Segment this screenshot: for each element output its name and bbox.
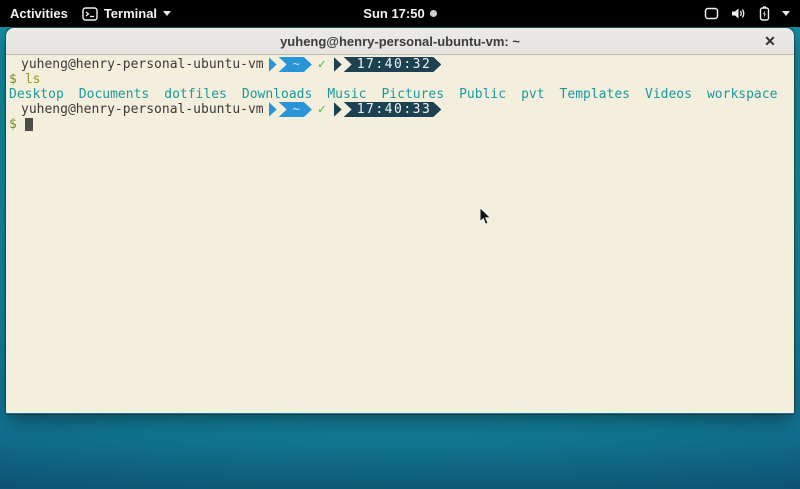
clock[interactable]: Sun 17:50: [363, 6, 424, 21]
prompt-symbol: $: [9, 117, 17, 132]
ls-output-line: Desktop Documents dotfiles Downloads Mus…: [9, 87, 794, 102]
prompt-path-segment: ~: [279, 102, 312, 117]
directory-name: pvt: [521, 87, 544, 102]
directory-name: Pictures: [381, 87, 444, 102]
directory-name: dotfiles: [164, 87, 227, 102]
directory-name: Videos: [645, 87, 692, 102]
powerline-arrow-icon: [334, 102, 342, 117]
terminal-body[interactable]: yuheng@henry-personal-ubuntu-vm ~ ✓ 17:4…: [6, 55, 794, 413]
volume-icon: [731, 7, 747, 20]
prompt-line-2: yuheng@henry-personal-ubuntu-vm ~ ✓ 17:4…: [9, 102, 794, 117]
prompt-time: 17:40:32: [344, 57, 442, 72]
recording-indicator-icon: [430, 10, 437, 17]
directory-name: Downloads: [242, 87, 312, 102]
prompt-symbol: $: [9, 72, 17, 87]
window-title: yuheng@henry-personal-ubuntu-vm: ~: [280, 34, 520, 49]
directory-name: workspace: [707, 87, 777, 102]
directory-name: Desktop: [9, 87, 64, 102]
status-check-icon: ✓: [318, 102, 326, 117]
powerline-arrow-icon: [269, 57, 277, 72]
chevron-down-icon: [782, 11, 790, 16]
app-menu-terminal[interactable]: Terminal: [82, 6, 171, 21]
terminal-cursor: [25, 118, 33, 131]
screen-icon: [704, 7, 719, 20]
app-menu-label: Terminal: [104, 6, 157, 21]
system-menu-button[interactable]: [704, 6, 800, 21]
terminal-app-icon: [82, 7, 98, 21]
prompt-user-host: yuheng@henry-personal-ubuntu-vm: [21, 57, 264, 72]
activities-button[interactable]: Activities: [10, 6, 68, 21]
prompt-path-segment: ~: [279, 57, 312, 72]
prompt-line-1: yuheng@henry-personal-ubuntu-vm ~ ✓ 17:4…: [9, 57, 794, 72]
close-button[interactable]: ✕: [760, 28, 780, 55]
top-bar: Activities Terminal Sun 17:50: [0, 0, 800, 27]
directory-name: Music: [327, 87, 366, 102]
powerline-arrow-icon: [334, 57, 342, 72]
mouse-cursor-icon: [479, 207, 492, 231]
directory-name: Documents: [79, 87, 149, 102]
status-check-icon: ✓: [318, 57, 326, 72]
powerline-arrow-icon: [269, 102, 277, 117]
command-line: $ ls: [9, 72, 794, 87]
typed-command: ls: [25, 72, 41, 87]
input-line: $: [9, 117, 794, 132]
prompt-user-host: yuheng@henry-personal-ubuntu-vm: [21, 102, 264, 117]
directory-name: Public: [459, 87, 506, 102]
prompt-time: 17:40:33: [344, 102, 442, 117]
directory-name: Templates: [560, 87, 630, 102]
chevron-down-icon: [163, 11, 171, 16]
window-titlebar[interactable]: yuheng@henry-personal-ubuntu-vm: ~ ✕: [6, 28, 794, 55]
battery-charging-icon: [759, 6, 770, 21]
terminal-window: yuheng@henry-personal-ubuntu-vm: ~ ✕ yuh…: [6, 28, 794, 414]
